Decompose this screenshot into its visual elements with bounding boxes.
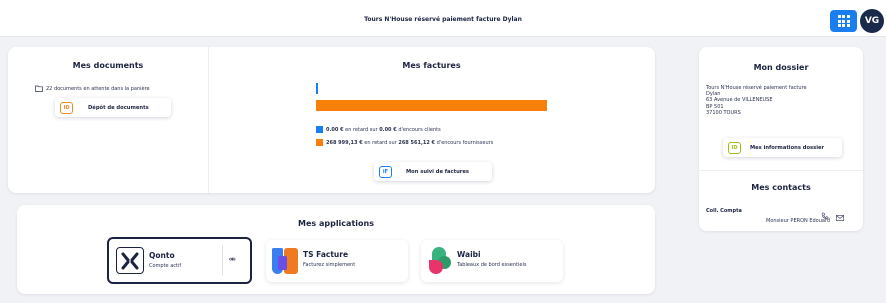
id-badge-icon: ID <box>728 141 741 154</box>
invoice-tracking-button[interactable]: iF Mon suivi de factures <box>374 162 492 181</box>
if-badge-icon: iF <box>379 165 392 178</box>
qonto-logo-icon <box>116 247 144 274</box>
top-bar: Tours N'House réservé paiement facture D… <box>0 0 886 37</box>
mail-icon[interactable] <box>836 206 844 225</box>
dossier-info-label: Mes informations dossier <box>750 144 825 151</box>
app-subtitle: Tableaux de bord essentiels <box>457 262 527 268</box>
address-line: 37100 TOURS <box>706 109 741 116</box>
applications-title: Mes applications <box>298 219 374 228</box>
pending-documents[interactable]: 22 documents en attente dans la panière <box>35 85 150 92</box>
app-name: Waibi <box>457 250 481 259</box>
dossier-info-button[interactable]: ID Mes informations dossier <box>723 138 842 157</box>
app-name: TS Facture <box>303 250 349 259</box>
invoice-tracking-label: Mon suivi de factures <box>406 168 469 175</box>
page-title: Tours N'House réservé paiement facture D… <box>364 16 522 23</box>
applications-card: Mes applications Qonto Compte actif ⚮ TS… <box>17 205 655 294</box>
waibi-logo-icon <box>429 247 453 275</box>
id-badge-icon: ID <box>60 101 73 114</box>
contact-name: Monsieur PERON Edouard <box>766 218 831 224</box>
suppliers-bar <box>316 100 547 111</box>
documents-invoices-card: Mes documents 22 documents en attente da… <box>8 47 655 193</box>
clients-amount: 0.00 € <box>326 126 344 133</box>
app-subtitle: Facturez simplement <box>303 262 356 268</box>
ts-facture-logo-icon <box>272 248 299 274</box>
address-line: Tours N'House réservé paiement facture <box>706 85 807 91</box>
clients-suffix: d'encours clients <box>398 126 441 133</box>
suppliers-total: 268 561,12 € <box>398 139 436 146</box>
app-subtitle: Compte actif <box>149 263 182 269</box>
dossier-contacts-card: Mon dossier Tours N'House réservé paieme… <box>699 47 863 231</box>
suppliers-legend: 268 999,13 € en retard sur 268 561,12 € … <box>316 139 493 146</box>
suppliers-suffix: d'encours fournisseurs <box>436 139 494 146</box>
deposit-documents-label: Dépôt de documents <box>88 104 149 111</box>
suppliers-mid: en retard sur <box>364 139 397 146</box>
suppliers-amount: 268 999,13 € <box>326 139 363 146</box>
contacts-title: Mes contacts <box>751 183 811 192</box>
clients-legend: 0.00 € en retard sur 0.00 € d'encours cl… <box>316 126 441 133</box>
app-separator <box>222 245 223 276</box>
folder-icon <box>35 85 43 92</box>
deposit-documents-button[interactable]: ID Dépôt de documents <box>55 98 171 117</box>
clients-mid: en retard sur <box>345 126 378 133</box>
invoices-title: Mes factures <box>402 61 461 70</box>
documents-title: Mes documents <box>72 61 144 70</box>
app-qonto[interactable]: Qonto Compte actif ⚮ <box>107 237 252 284</box>
clients-legend-swatch <box>316 126 323 133</box>
avatar[interactable]: VG <box>860 9 884 33</box>
grid-icon <box>837 15 850 27</box>
unlink-icon[interactable]: ⚮ <box>229 255 236 264</box>
dossier-address: Tours N'House réservé paiement facture D… <box>706 85 807 116</box>
contact-role: Coll. Compta <box>706 208 742 214</box>
apps-grid-button[interactable] <box>830 10 857 32</box>
app-name: Qonto <box>149 251 175 260</box>
pending-documents-text: 22 documents en attente dans la panière <box>46 85 150 92</box>
dossier-title: Mon dossier <box>753 63 809 72</box>
card-divider <box>699 170 863 171</box>
clients-bar <box>316 83 318 94</box>
app-ts-facture[interactable]: TS Facture Facturez simplement <box>266 240 408 282</box>
suppliers-legend-swatch <box>316 139 323 146</box>
app-waibi[interactable]: Waibi Tableaux de bord essentiels <box>421 240 563 282</box>
clients-total: 0.00 € <box>379 126 397 133</box>
